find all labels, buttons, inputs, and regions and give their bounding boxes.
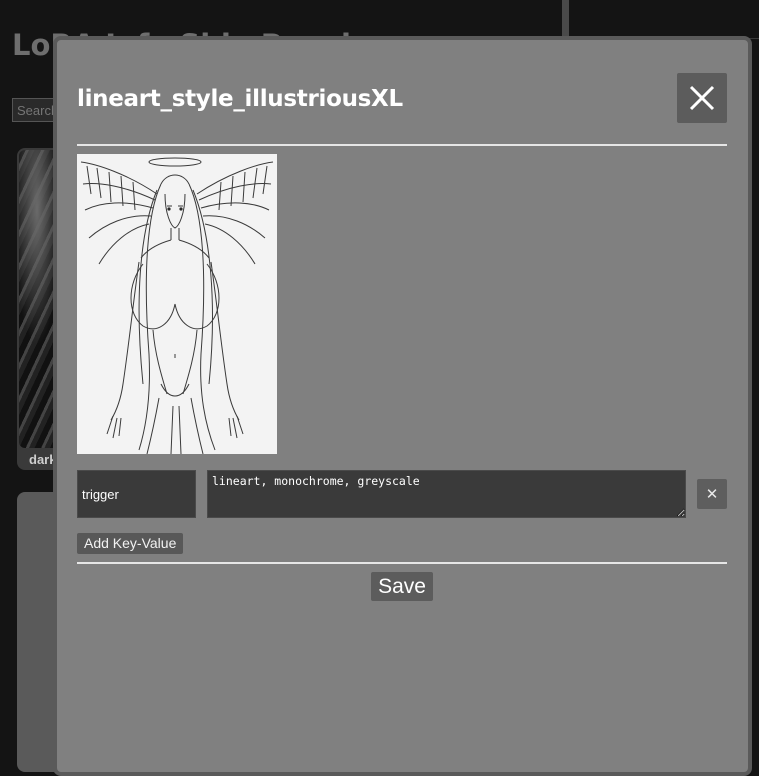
preview-illustration	[77, 154, 277, 454]
remove-field-button[interactable]: ✕	[697, 479, 727, 509]
preview-image	[77, 154, 277, 454]
close-icon	[689, 85, 715, 111]
modal-title: lineart_style_illustriousXL	[77, 86, 403, 112]
footer-divider	[77, 562, 727, 564]
lora-info-modal: lineart_style_illustriousXL trigger line…	[53, 36, 752, 776]
save-button[interactable]: Save	[371, 572, 433, 601]
key-field[interactable]	[77, 470, 196, 518]
header-divider	[77, 144, 727, 146]
value-field[interactable]: lineart, monochrome, greyscale	[207, 470, 686, 518]
add-key-value-button[interactable]: Add Key-Value	[77, 533, 184, 554]
remove-icon: ✕	[705, 485, 719, 503]
close-button[interactable]	[677, 73, 727, 123]
